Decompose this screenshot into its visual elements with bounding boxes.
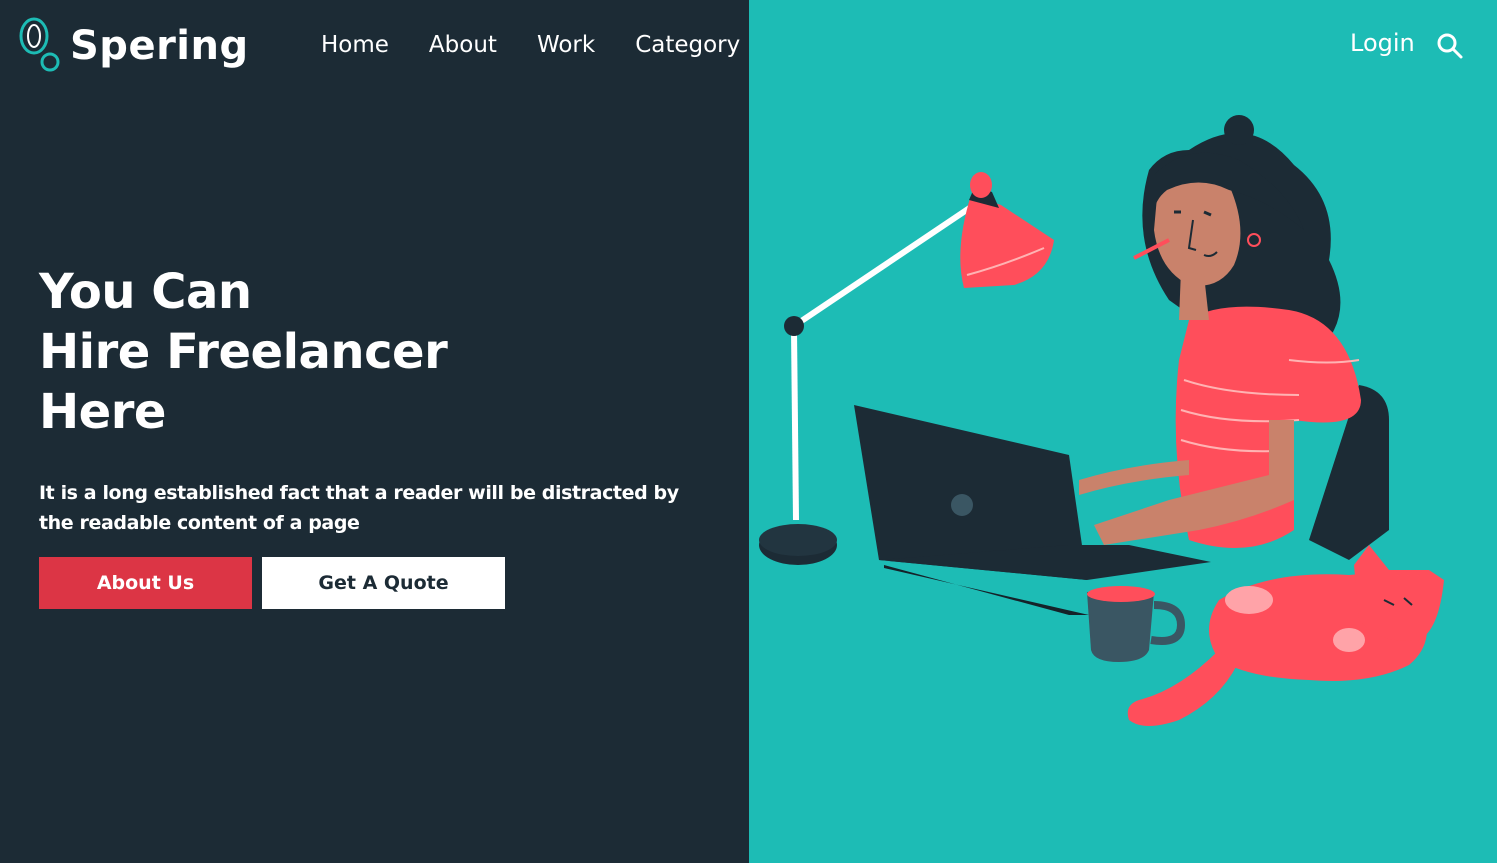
search-icon[interactable] [1436,32,1464,60]
about-us-button[interactable]: About Us [39,557,252,609]
hero-title-line-2: Hire Freelancer [39,324,448,380]
hero-right-panel [749,0,1497,863]
login-link[interactable]: Login [1350,28,1415,58]
nav-item-category[interactable]: Category [635,30,740,60]
logo-rings-icon [18,16,62,76]
freelancer-illustration [759,115,1444,726]
hero-description: It is a long established fact that a rea… [39,482,679,534]
nav-item-home[interactable]: Home [321,30,389,60]
nav-item-about[interactable]: About [429,30,497,60]
hero-title-line-3: Here [39,384,166,440]
brand-name: Spering [70,23,249,69]
nav-item-work[interactable]: Work [537,30,595,60]
site-logo[interactable]: Spering [18,16,249,76]
get-a-quote-button[interactable]: Get A Quote [262,557,505,609]
hero-title-line-1: You Can [39,264,252,320]
hero-title: You Can Hire Freelancer Here [39,262,448,442]
main-nav: Home About Work Category [321,30,780,60]
